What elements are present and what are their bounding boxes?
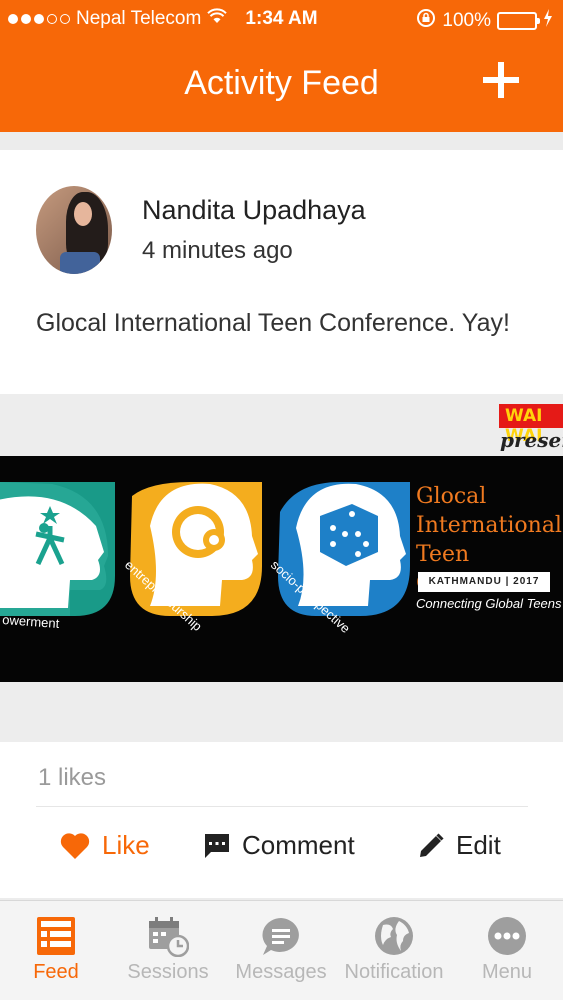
- page-title: Activity Feed: [184, 64, 379, 102]
- feed-icon: [35, 915, 77, 957]
- divider: [36, 806, 528, 807]
- banner-label-empowerment: owerment: [2, 612, 60, 631]
- post-text: Glocal International Teen Conference. Ya…: [36, 309, 510, 337]
- comment-button[interactable]: Comment: [204, 830, 355, 861]
- edit-button[interactable]: Edit: [418, 830, 501, 861]
- presents-label: presents: [500, 428, 563, 452]
- like-label: Like: [102, 830, 150, 860]
- brand-logo: WAI WAI: [499, 404, 563, 446]
- tab-messages[interactable]: Messages: [225, 901, 337, 1000]
- tab-label: Feed: [33, 961, 79, 983]
- battery-percent: 100%: [442, 10, 491, 31]
- tab-notification[interactable]: Notification: [338, 901, 450, 1000]
- avatar[interactable]: [36, 186, 112, 274]
- post-timestamp: 4 minutes ago: [142, 237, 293, 264]
- heart-icon: [60, 832, 90, 860]
- calendar-clock-icon: [147, 915, 189, 957]
- battery-icon: [497, 12, 540, 30]
- post-card: Nandita Upadhaya 4 minutes ago Glocal In…: [0, 150, 563, 898]
- rotation-lock-icon: [416, 8, 436, 34]
- tab-sessions[interactable]: Sessions: [112, 901, 224, 1000]
- post-image[interactable]: WAI WAI presents: [0, 394, 563, 742]
- status-bar: Nepal Telecom 1:34 AM 100%: [0, 0, 563, 38]
- post-actions: Like Comment Edit: [0, 830, 563, 876]
- message-bubble-icon: [260, 915, 302, 957]
- conference-tagline: Connecting Global Teens: [416, 596, 562, 611]
- comment-label: Comment: [242, 830, 355, 860]
- conference-location: KATHMANDU | 2017: [418, 572, 550, 592]
- plus-icon[interactable]: [481, 60, 521, 100]
- app-header: Activity Feed: [0, 38, 563, 132]
- tab-bar: Feed Sessions Messages Notification Menu: [0, 900, 563, 1000]
- tab-label: Notification: [344, 961, 444, 983]
- tab-menu[interactable]: Menu: [451, 901, 563, 1000]
- comment-icon: [204, 833, 230, 859]
- tab-label: Sessions: [127, 961, 209, 983]
- tab-label: Menu: [481, 961, 533, 983]
- tab-feed[interactable]: Feed: [0, 901, 112, 1000]
- likes-count[interactable]: 1 likes: [38, 764, 106, 792]
- banner-strip: owerment entrepreneurship socio-perspect…: [0, 456, 563, 682]
- more-icon: [486, 915, 528, 957]
- charging-icon: [543, 9, 553, 33]
- like-button[interactable]: Like: [60, 830, 150, 861]
- tab-label: Messages: [235, 961, 327, 983]
- globe-icon: [373, 915, 415, 957]
- edit-label: Edit: [456, 830, 501, 860]
- status-right: 100%: [416, 8, 553, 34]
- post-author-name[interactable]: Nandita Upadhaya: [142, 195, 366, 226]
- pencil-icon: [418, 832, 444, 859]
